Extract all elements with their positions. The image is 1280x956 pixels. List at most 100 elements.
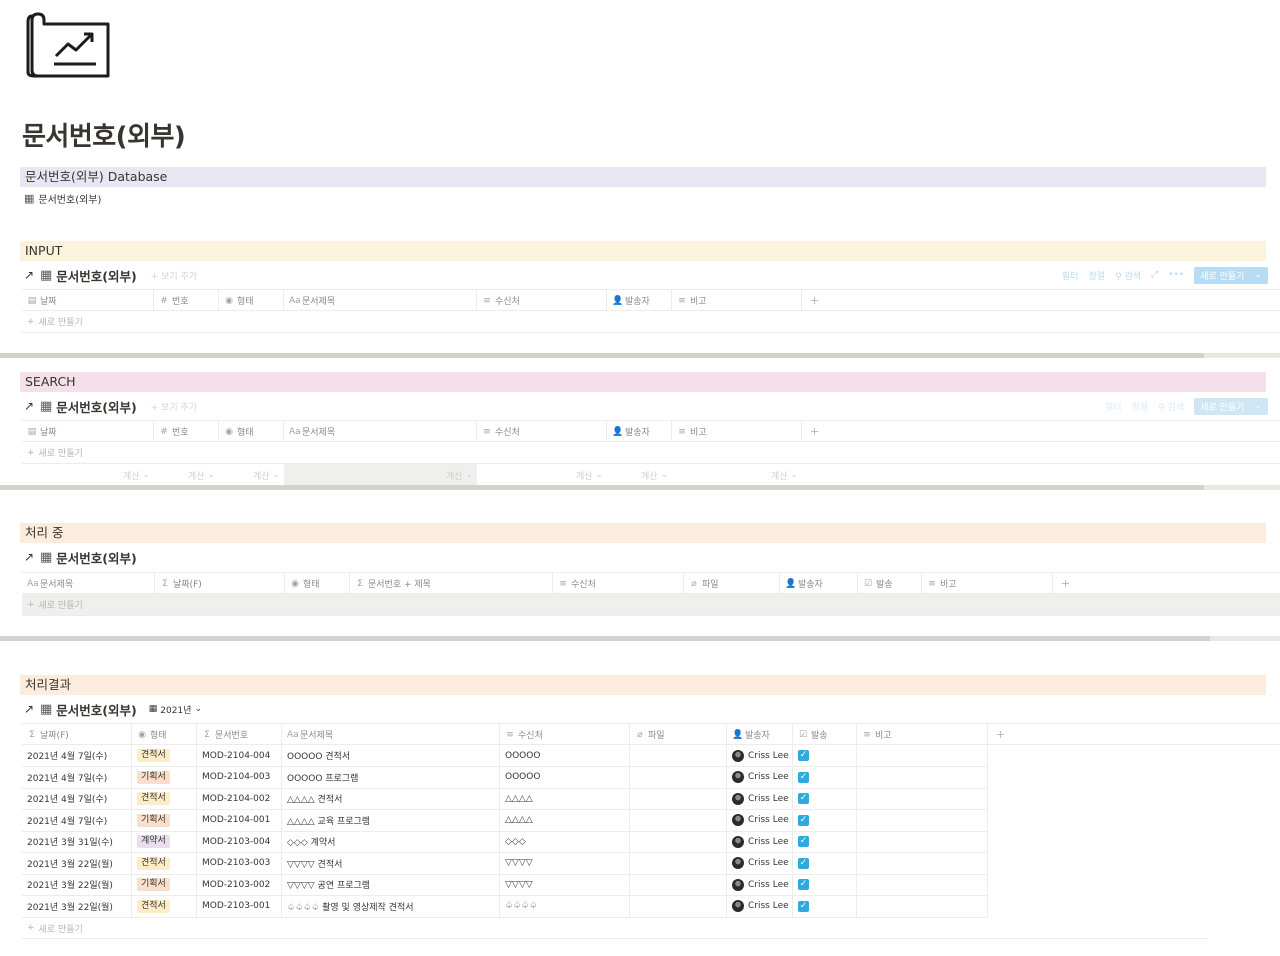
- column-header-sent[interactable]: ☑ 발송: [858, 573, 922, 594]
- cell-date[interactable]: 2021년 3월 22일(월): [22, 874, 132, 895]
- table-row[interactable]: 2021년 4월 7일(수) 기획서 MOD-2104-001 △△△△ 교육 프로그…: [22, 809, 988, 832]
- checkbox-checked-icon[interactable]: ✓: [798, 857, 809, 869]
- cell-date[interactable]: 2021년 3월 31일(수): [22, 831, 132, 852]
- cell-type[interactable]: 기획서: [132, 809, 197, 831]
- table-row[interactable]: 2021년 3월 22일(월) 견적서 MOD-2103-003 ▽▽▽▽ 견적서 ▽▽…: [22, 852, 988, 875]
- cell-sender[interactable]: Criss Lee: [727, 766, 793, 788]
- cell-date[interactable]: 2021년 4월 7일(수): [22, 766, 132, 788]
- cell-recipient[interactable]: △△△△: [500, 788, 630, 809]
- checkbox-checked-icon[interactable]: ✓: [798, 750, 809, 761]
- add-view-button[interactable]: + 보기 추가: [151, 400, 197, 413]
- sort-button[interactable]: 정렬: [1088, 269, 1105, 282]
- column-header-date-formula[interactable]: Σ 날짜(F): [155, 573, 285, 594]
- calc-cell[interactable]: 계산 ⌄: [22, 464, 154, 486]
- column-header-title[interactable]: Aa 문서제목: [284, 290, 477, 311]
- calc-cell[interactable]: 계산 ⌄: [607, 464, 672, 486]
- cell-sender[interactable]: Criss Lee: [727, 809, 793, 831]
- cell-file[interactable]: [630, 788, 727, 809]
- cell-file[interactable]: [630, 852, 727, 874]
- column-header-type[interactable]: ◉ 형태: [132, 724, 197, 745]
- cell-number[interactable]: MOD-2103-001: [197, 895, 282, 917]
- column-header-note[interactable]: ≡ 비고: [672, 421, 802, 442]
- cell-sent[interactable]: ✓: [793, 874, 857, 895]
- search-db-title[interactable]: 문서번호(외부): [56, 397, 136, 416]
- add-column-icon[interactable]: +: [802, 290, 819, 311]
- cell-title[interactable]: ▽▽▽▽ 공연 프로그램: [282, 874, 500, 895]
- cell-date[interactable]: 2021년 4월 7일(수): [22, 788, 132, 809]
- column-header-file[interactable]: ⌀ 파일: [630, 724, 727, 745]
- cell-note[interactable]: [857, 745, 988, 766]
- table-row[interactable]: 2021년 4월 7일(수) 견적서 MOD-2104-002 △△△△ 견적서 △△△…: [22, 788, 988, 810]
- link-arrow-icon[interactable]: ↗: [24, 268, 36, 282]
- checkbox-checked-icon[interactable]: ✓: [798, 879, 809, 890]
- cell-note[interactable]: [857, 852, 988, 874]
- cell-number[interactable]: MOD-2104-004: [197, 745, 282, 766]
- input-db-title[interactable]: 문서번호(외부): [56, 266, 136, 285]
- table-row[interactable]: 2021년 4월 7일(수) 견적서 MOD-2104-004 OOOOO 견적서 OO…: [22, 745, 988, 767]
- cell-number[interactable]: MOD-2104-003: [197, 766, 282, 788]
- column-header-type[interactable]: ◉ 형태: [219, 421, 284, 442]
- table-row[interactable]: 2021년 3월 31일(수) 계약서 MOD-2103-004 ◇◇◇ 계약서 ◇◇◇…: [22, 831, 988, 853]
- cell-note[interactable]: [857, 895, 988, 917]
- cell-title[interactable]: ♤♤♤♤ 촬영 및 영상제작 견적서: [282, 895, 500, 917]
- new-button[interactable]: 새로 만들기 ⌄: [1194, 266, 1268, 284]
- column-header-note[interactable]: ≡ 비고: [922, 573, 1053, 594]
- calc-cell[interactable]: 계산 ⌄: [154, 464, 219, 486]
- cell-sent[interactable]: ✓: [793, 895, 857, 917]
- view-selector[interactable]: ▦ 2021년 ⌄: [149, 703, 202, 716]
- calc-cell[interactable]: 계산 ⌄: [284, 464, 477, 486]
- checkbox-checked-icon[interactable]: ✓: [798, 793, 809, 804]
- cell-recipient[interactable]: ◇◇◇: [500, 831, 630, 852]
- cell-sender[interactable]: Criss Lee: [727, 874, 793, 895]
- column-header-number[interactable]: # 번호: [154, 290, 219, 311]
- cell-title[interactable]: ▽▽▽▽ 견적서: [282, 852, 500, 874]
- table-row[interactable]: 2021년 3월 22일(월) 기획서 MOD-2103-002 ▽▽▽▽ 공연 프로…: [22, 874, 988, 896]
- cell-sender[interactable]: Criss Lee: [727, 852, 793, 874]
- cell-sent[interactable]: ✓: [793, 831, 857, 852]
- column-header-title[interactable]: Aa 문서제목: [22, 573, 155, 594]
- cell-sender[interactable]: Criss Lee: [727, 745, 793, 766]
- link-arrow-icon[interactable]: ↗: [24, 399, 36, 413]
- cell-type[interactable]: 기획서: [132, 874, 197, 895]
- cell-type[interactable]: 기획서: [132, 766, 197, 788]
- results-new-row[interactable]: + 새로 만들기: [22, 917, 1208, 939]
- checkbox-checked-icon[interactable]: ✓: [798, 836, 809, 847]
- calc-cell[interactable]: 계산 ⌄: [477, 464, 607, 486]
- column-header-recipient[interactable]: ≡ 수신처: [477, 421, 607, 442]
- cell-date[interactable]: 2021년 3월 22일(월): [22, 895, 132, 917]
- cell-file[interactable]: [630, 874, 727, 895]
- cell-sender[interactable]: Criss Lee: [727, 788, 793, 809]
- column-header-type[interactable]: ◉ 형태: [285, 573, 350, 594]
- calc-cell[interactable]: 계산 ⌄: [672, 464, 802, 486]
- cell-recipient[interactable]: ▽▽▽▽: [500, 874, 630, 895]
- cell-sent[interactable]: ✓: [793, 809, 857, 831]
- cell-number[interactable]: MOD-2103-002: [197, 874, 282, 895]
- column-header-recipient[interactable]: ≡ 수신처: [553, 573, 684, 594]
- cell-sender[interactable]: Criss Lee: [727, 831, 793, 852]
- cell-sender[interactable]: Criss Lee: [727, 895, 793, 917]
- cell-type[interactable]: 계약서: [132, 831, 197, 852]
- cell-recipient[interactable]: OOOOO: [500, 766, 630, 788]
- table-row[interactable]: 2021년 3월 22일(월) 견적서 MOD-2103-001 ♤♤♤♤ 촬영 및 …: [22, 895, 988, 918]
- cell-title[interactable]: △△△△ 교육 프로그램: [282, 809, 500, 831]
- cell-recipient[interactable]: ▽▽▽▽: [500, 852, 630, 874]
- cell-file[interactable]: [630, 766, 727, 788]
- column-header-doc-number[interactable]: Σ 문서번호: [197, 724, 282, 745]
- column-header-date[interactable]: ▤ 날짜: [22, 290, 154, 311]
- column-header-title[interactable]: Aa 문서제목: [282, 724, 500, 745]
- column-header-note[interactable]: ≡ 비고: [672, 290, 802, 311]
- column-header-sender[interactable]: 👤 발송자: [780, 573, 858, 594]
- cell-title[interactable]: OOOOO 프로그램: [282, 766, 500, 788]
- add-view-button[interactable]: + 보기 추가: [151, 269, 197, 282]
- cell-sent[interactable]: ✓: [793, 852, 857, 874]
- calc-cell[interactable]: 계산 ⌄: [219, 464, 284, 486]
- cell-recipient[interactable]: OOOOO: [500, 745, 630, 766]
- expand-icon[interactable]: ⤢: [1151, 270, 1158, 280]
- cell-date[interactable]: 2021년 4월 7일(수): [22, 809, 132, 831]
- cell-date[interactable]: 2021년 4월 7일(수): [22, 745, 132, 766]
- cell-recipient[interactable]: ♤♤♤♤: [500, 895, 630, 917]
- cell-file[interactable]: [630, 809, 727, 831]
- column-header-sent[interactable]: ☑ 발송: [793, 724, 857, 745]
- column-header-type[interactable]: ◉ 형태: [219, 290, 284, 311]
- column-header-number[interactable]: # 번호: [154, 421, 219, 442]
